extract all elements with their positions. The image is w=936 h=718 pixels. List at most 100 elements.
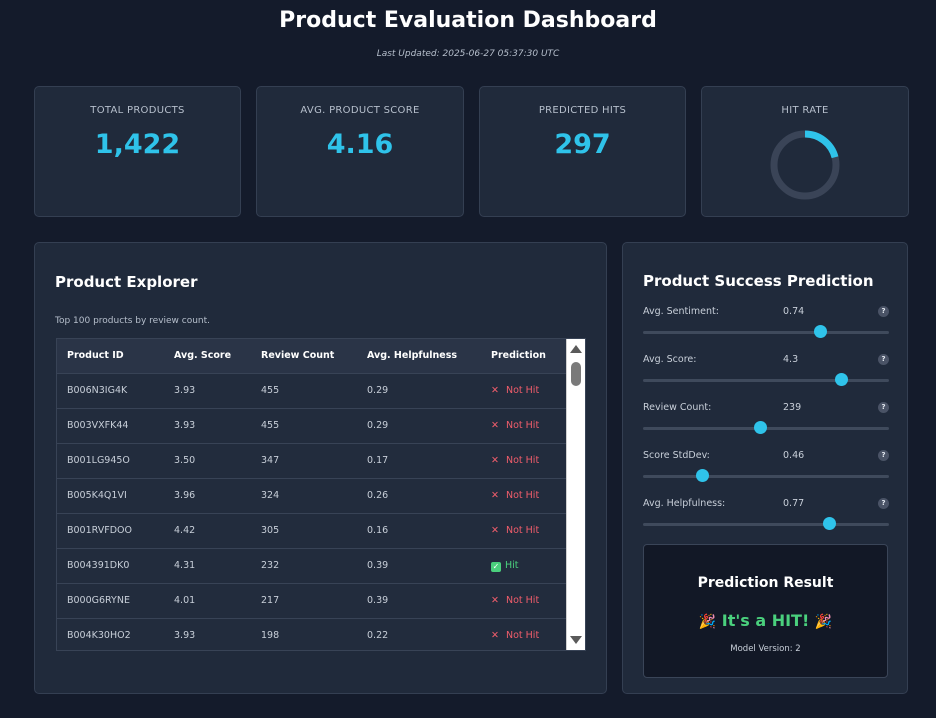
help-icon[interactable]: ? <box>878 306 889 317</box>
table-header-row: Product ID Avg. Score Review Count Avg. … <box>57 339 567 373</box>
slider-track[interactable] <box>643 523 889 526</box>
table-row[interactable]: B001RVFDOO 4.42 305 0.16 ✕ Not Hit <box>57 513 567 548</box>
slider-review-count: Review Count: 239? <box>643 402 889 442</box>
column-header-avg-score[interactable]: Avg. Score <box>164 339 251 373</box>
stat-card-avg-score: Avg. Product Score 4.16 <box>256 86 464 217</box>
column-header-product-id[interactable]: Product ID <box>57 339 164 373</box>
help-icon[interactable]: ? <box>878 498 889 509</box>
cell-avg-score: 3.93 <box>174 420 196 431</box>
cell-prediction: ✕ Not Hit <box>481 478 567 513</box>
slider-track[interactable] <box>643 379 889 382</box>
stat-label: Total Products <box>90 105 185 116</box>
cross-icon: ✕ <box>491 525 499 536</box>
cell-avg-score: 3.96 <box>174 490 196 501</box>
scroll-up-arrow-icon[interactable] <box>570 345 582 353</box>
table-row[interactable]: B000G6RYNE 4.01 217 0.39 ✕ Not Hit <box>57 583 567 618</box>
cell-review-count: 324 <box>261 490 280 501</box>
slider-value: 4.3 <box>783 354 799 365</box>
hit-rate-donut <box>770 130 840 200</box>
prediction-label: Not Hit <box>506 490 540 501</box>
cell-prediction: ✕ Not Hit <box>481 373 567 408</box>
stat-value: 4.16 <box>326 129 394 160</box>
cross-icon: ✕ <box>491 385 499 396</box>
prediction-label: Not Hit <box>506 525 540 536</box>
table-row[interactable]: B004391DK0 4.31 232 0.39 ✓ Hit <box>57 548 567 583</box>
table-row[interactable]: B003VXFK44 3.93 455 0.29 ✕ Not Hit <box>57 408 567 443</box>
party-popper-icon: 🎉 <box>698 614 717 630</box>
column-header-avg-helpfulness[interactable]: Avg. Helpfulness <box>357 339 481 373</box>
cell-avg-score: 4.01 <box>174 595 196 606</box>
cell-review-count: 455 <box>261 420 280 431</box>
explorer-title: Product Explorer <box>55 273 198 291</box>
cell-avg-helpfulness: 0.39 <box>367 595 389 606</box>
prediction-label: Not Hit <box>506 595 540 606</box>
cell-prediction: ✓ Hit <box>481 548 567 583</box>
result-text-line: 🎉 It's a HIT! 🎉 <box>644 611 887 630</box>
cell-prediction: ✕ Not Hit <box>481 443 567 478</box>
cross-icon: ✕ <box>491 455 499 466</box>
stat-value: 1,422 <box>94 129 181 160</box>
product-table-container[interactable]: Product ID Avg. Score Review Count Avg. … <box>56 338 586 651</box>
cross-icon: ✕ <box>491 490 499 501</box>
table-row[interactable]: B006N3IG4K 3.93 455 0.29 ✕ Not Hit <box>57 373 567 408</box>
slider-thumb[interactable] <box>822 517 836 530</box>
prediction-label: Hit <box>505 559 519 571</box>
check-box-icon: ✓ <box>491 561 501 572</box>
slider-avg-sentiment: Avg. Sentiment: 0.74? <box>643 306 889 346</box>
cross-icon: ✕ <box>491 595 499 606</box>
prediction-result-box: Prediction Result 🎉 It's a HIT! 🎉 Model … <box>643 544 888 678</box>
slider-avg-helpfulness: Avg. Helpfulness: 0.77? <box>643 498 889 538</box>
cell-product-id: B001RVFDOO <box>67 525 132 536</box>
scroll-down-arrow-icon[interactable] <box>570 636 582 644</box>
slider-track[interactable] <box>643 331 889 334</box>
slider-thumb[interactable] <box>753 421 767 434</box>
prediction-label: Not Hit <box>506 385 540 396</box>
slider-thumb[interactable] <box>835 373 849 386</box>
prediction-label: Not Hit <box>506 455 540 466</box>
prediction-title: Product Success Prediction <box>643 272 874 290</box>
cell-avg-score: 4.31 <box>174 560 196 571</box>
cell-avg-score: 3.50 <box>174 455 196 466</box>
product-table: Product ID Avg. Score Review Count Avg. … <box>57 339 567 650</box>
slider-value: 0.46 <box>783 450 805 461</box>
cell-product-id: B005K4Q1VI <box>67 490 127 501</box>
result-title: Prediction Result <box>697 575 834 591</box>
stat-card-total-products: Total Products 1,422 <box>34 86 241 217</box>
cell-avg-score: 3.93 <box>174 630 196 642</box>
cell-review-count: 347 <box>261 455 280 466</box>
table-row[interactable]: B001LG945O 3.50 347 0.17 ✕ Not Hit <box>57 443 567 478</box>
stat-value: 297 <box>554 129 611 160</box>
stat-card-hit-rate: Hit Rate <box>701 86 909 217</box>
slider-label: Avg. Helpfulness: <box>643 498 726 509</box>
slider-label: Score StdDev: <box>643 450 710 461</box>
cell-product-id: B003VXFK44 <box>67 420 129 431</box>
slider-thumb[interactable] <box>814 325 828 338</box>
stat-label: Avg. Product Score <box>300 105 420 116</box>
cell-review-count: 455 <box>261 385 280 396</box>
cell-prediction: ✕ Not Hit <box>481 408 567 443</box>
cell-product-id: B000G6RYNE <box>67 595 130 606</box>
slider-thumb[interactable] <box>696 469 710 482</box>
cell-prediction: ✕ Not Hit <box>481 513 567 548</box>
help-icon[interactable]: ? <box>878 450 889 461</box>
column-header-prediction[interactable]: Prediction <box>481 339 567 373</box>
slider-track[interactable] <box>643 475 889 478</box>
cell-avg-helpfulness: 0.39 <box>367 560 389 571</box>
table-row[interactable]: B005K4Q1VI 3.96 324 0.26 ✕ Not Hit <box>57 478 567 513</box>
cross-icon: ✕ <box>491 630 499 642</box>
help-icon[interactable]: ? <box>878 402 889 413</box>
cell-avg-helpfulness: 0.29 <box>367 385 389 396</box>
scroll-thumb[interactable] <box>571 362 581 386</box>
slider-avg-score: Avg. Score: 4.3? <box>643 354 889 394</box>
column-header-review-count[interactable]: Review Count <box>251 339 357 373</box>
explorer-description: Top 100 products by review count. <box>55 316 211 326</box>
help-icon[interactable]: ? <box>878 354 889 365</box>
cell-review-count: 232 <box>261 560 280 571</box>
cell-product-id: B004391DK0 <box>67 560 130 571</box>
cell-avg-helpfulness: 0.29 <box>367 420 389 431</box>
cell-avg-helpfulness: 0.16 <box>367 525 389 536</box>
last-updated: Last Updated: 2025-06-27 05:37:30 UTC <box>376 49 560 59</box>
table-scrollbar[interactable] <box>566 339 585 650</box>
table-row[interactable]: B004K30HO2 3.93 198 0.22 ✕ Not Hit <box>57 618 567 650</box>
slider-value: 239 <box>783 402 802 413</box>
